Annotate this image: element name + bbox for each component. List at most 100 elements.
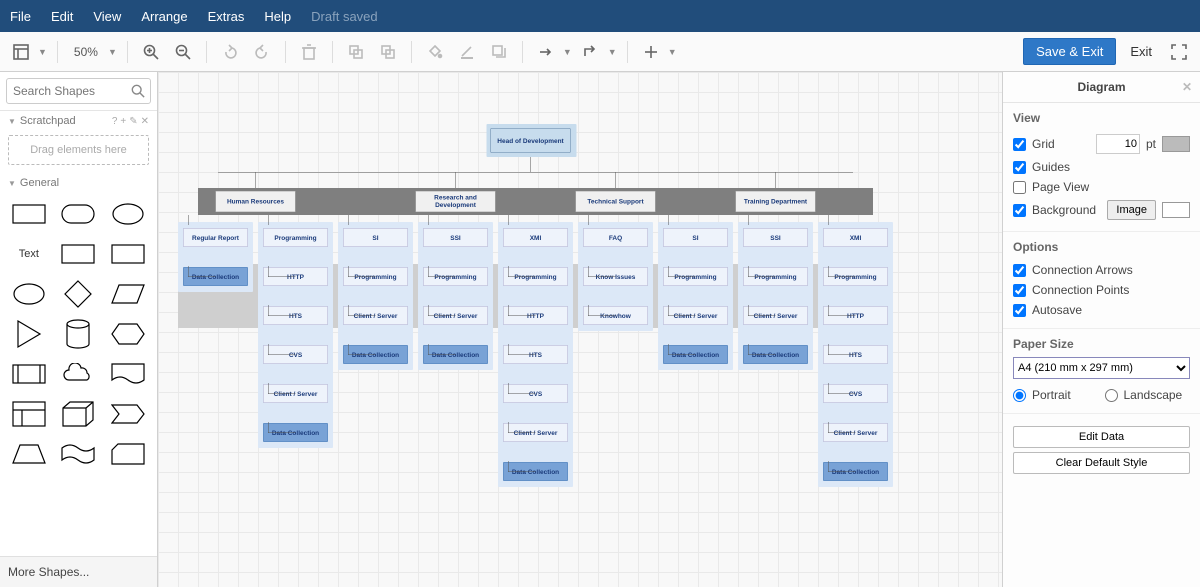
org-dept[interactable]: Research and Development [416,191,496,212]
autosave-checkbox[interactable] [1013,304,1026,317]
org-node[interactable]: Regular Report [183,228,248,247]
org-node[interactable]: Programming [343,267,408,286]
org-node[interactable]: Client / Server [423,306,488,325]
connection-caret-icon[interactable]: ▼ [563,47,572,57]
org-node[interactable]: Client / Server [503,423,568,442]
org-node[interactable]: Data Collection [423,345,488,364]
shape-rect2[interactable] [58,239,100,269]
background-checkbox[interactable] [1013,204,1026,217]
to-back-icon[interactable] [375,39,401,65]
background-color-swatch[interactable] [1162,202,1190,218]
shape-hexagon[interactable] [107,319,149,349]
org-node[interactable]: Data Collection [263,423,328,442]
org-node[interactable]: HTS [503,345,568,364]
org-dept[interactable]: Technical Support [576,191,656,212]
org-node[interactable]: Client / Server [263,384,328,403]
menu-edit[interactable]: Edit [51,9,73,24]
org-node[interactable]: Client / Server [743,306,808,325]
panel-close-icon[interactable]: ✕ [1182,80,1192,94]
org-node[interactable]: CVS [823,384,888,403]
org-node[interactable]: Know Issues [583,267,648,286]
help-icon[interactable]: ? [112,116,118,127]
org-node[interactable]: Programming [263,228,328,247]
menu-file[interactable]: File [10,9,31,24]
menu-arrange[interactable]: Arrange [141,9,187,24]
layout-icon[interactable] [8,39,34,65]
shape-tape[interactable] [58,439,100,469]
shape-cloud[interactable] [58,359,100,389]
org-node[interactable]: Data Collection [663,345,728,364]
org-node[interactable]: Data Collection [823,462,888,481]
shape-trapezoid[interactable] [8,439,50,469]
org-node[interactable]: Programming [423,267,488,286]
zoom-in-icon[interactable] [138,39,164,65]
shape-cube[interactable] [58,399,100,429]
org-node[interactable]: HTS [823,345,888,364]
shape-parallelogram[interactable] [107,279,149,309]
general-header[interactable]: ▼ General [0,173,157,193]
add-icon[interactable] [638,39,664,65]
shape-oval[interactable] [8,279,50,309]
landscape-radio[interactable] [1105,389,1118,402]
close-scratch-icon[interactable]: ✕ [141,116,149,127]
zoom-out-icon[interactable] [170,39,196,65]
fullscreen-icon[interactable] [1166,39,1192,65]
connection-icon[interactable] [533,39,559,65]
org-root[interactable]: Head of Development [491,128,571,153]
pageview-checkbox[interactable] [1013,181,1026,194]
org-node[interactable]: Data Collection [743,345,808,364]
grid-size-input[interactable] [1096,134,1140,154]
to-front-icon[interactable] [343,39,369,65]
org-node[interactable]: XMI [503,228,568,247]
portrait-radio[interactable] [1013,389,1026,402]
fill-icon[interactable] [422,39,448,65]
shape-text[interactable]: Text [8,239,50,269]
line-color-icon[interactable] [454,39,480,65]
org-node[interactable]: SI [343,228,408,247]
menu-view[interactable]: View [93,9,121,24]
scratchpad-header[interactable]: ▼ Scratchpad ? + ✎ ✕ [0,111,157,131]
org-dept[interactable]: Human Resources [216,191,296,212]
image-button[interactable]: Image [1107,200,1156,220]
shape-process[interactable] [8,359,50,389]
org-node[interactable]: SSI [423,228,488,247]
shape-document[interactable] [107,359,149,389]
org-node[interactable]: XMI [823,228,888,247]
org-node[interactable]: HTTP [263,267,328,286]
clear-style-button[interactable]: Clear Default Style [1013,452,1190,474]
org-node[interactable]: SSI [743,228,808,247]
org-node[interactable]: Programming [663,267,728,286]
shadow-icon[interactable] [486,39,512,65]
paper-size-select[interactable]: A4 (210 mm x 297 mm) [1013,357,1190,379]
menu-help[interactable]: Help [264,9,291,24]
shape-diamond[interactable] [58,279,100,309]
delete-icon[interactable] [296,39,322,65]
zoom-level[interactable]: 50% [68,45,104,59]
conn-points-checkbox[interactable] [1013,284,1026,297]
shape-internal[interactable] [8,399,50,429]
shape-rect3[interactable] [107,239,149,269]
edit-scratch-icon[interactable]: ✎ [129,116,137,127]
org-node[interactable]: CVS [503,384,568,403]
add-scratch-icon[interactable]: + [120,116,126,127]
exit-button[interactable]: Exit [1122,39,1160,64]
org-node[interactable]: CVS [263,345,328,364]
org-node[interactable]: Programming [823,267,888,286]
shape-roundrect[interactable] [58,199,100,229]
waypoint-caret-icon[interactable]: ▼ [608,47,617,57]
more-shapes-button[interactable]: More Shapes... [0,556,157,587]
waypoint-icon[interactable] [578,39,604,65]
redo-icon[interactable] [249,39,275,65]
scratchpad-dropzone[interactable]: Drag elements here [8,135,149,165]
edit-data-button[interactable]: Edit Data [1013,426,1190,448]
org-node[interactable]: Client / Server [343,306,408,325]
shape-rect[interactable] [8,199,50,229]
zoom-caret-icon[interactable]: ▼ [108,47,117,57]
org-node[interactable]: Client / Server [663,306,728,325]
shape-cylinder[interactable] [58,319,100,349]
org-node[interactable]: SI [663,228,728,247]
org-node[interactable]: Knowhow [583,306,648,325]
org-node[interactable]: Client / Server [823,423,888,442]
org-node[interactable]: Programming [743,267,808,286]
shape-ellipse[interactable] [107,199,149,229]
